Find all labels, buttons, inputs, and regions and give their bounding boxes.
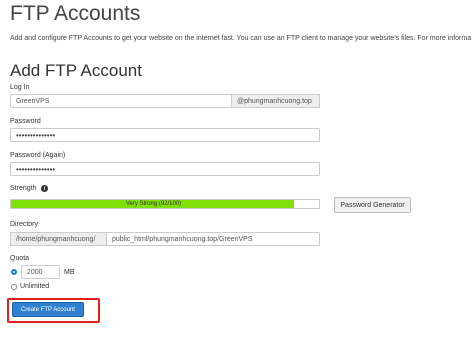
- login-input[interactable]: GreenVPS: [10, 94, 232, 108]
- info-circle-icon[interactable]: i: [41, 185, 48, 192]
- directory-label: Directory: [10, 221, 39, 228]
- section-title: Add FTP Account: [10, 61, 142, 80]
- password-input[interactable]: ••••••••••••••: [10, 128, 320, 142]
- strength-meter-text: Very Strong (92/100): [125, 201, 182, 207]
- password-again-label: Password (Again): [10, 152, 66, 159]
- password-again-mask: ••••••••••••••: [16, 164, 56, 174]
- strength-label: Strength: [10, 185, 37, 192]
- password-mask: ••••••••••••••: [16, 130, 56, 140]
- page-description: Add and configure FTP Accounts to get yo…: [10, 35, 472, 42]
- strength-meter: Very Strong (92/100): [10, 199, 320, 209]
- password-again-input[interactable]: ••••••••••••••: [10, 162, 320, 176]
- create-ftp-account-button[interactable]: Create FTP Account: [12, 302, 84, 317]
- password-label: Password: [10, 118, 41, 125]
- password-generator-button[interactable]: Password Generator: [334, 197, 411, 213]
- quota-label: Quota: [10, 255, 30, 262]
- quota-unlimited-label[interactable]: Unlimited: [20, 283, 49, 290]
- quota-unlimited-radio[interactable]: [11, 284, 17, 290]
- page-title: FTP Accounts: [10, 2, 141, 25]
- quota-limited-radio[interactable]: [11, 269, 17, 275]
- quota-unit: MB: [64, 269, 75, 276]
- quota-input[interactable]: 2000: [21, 265, 60, 279]
- login-domain-suffix: @phungmanhcuong.top: [231, 94, 320, 108]
- directory-input[interactable]: public_html/phungmanhcuong.top/GreenVPS: [106, 232, 320, 246]
- login-label: Log In: [10, 84, 30, 91]
- directory-prefix: /home/phungmanhcuong/: [10, 232, 107, 246]
